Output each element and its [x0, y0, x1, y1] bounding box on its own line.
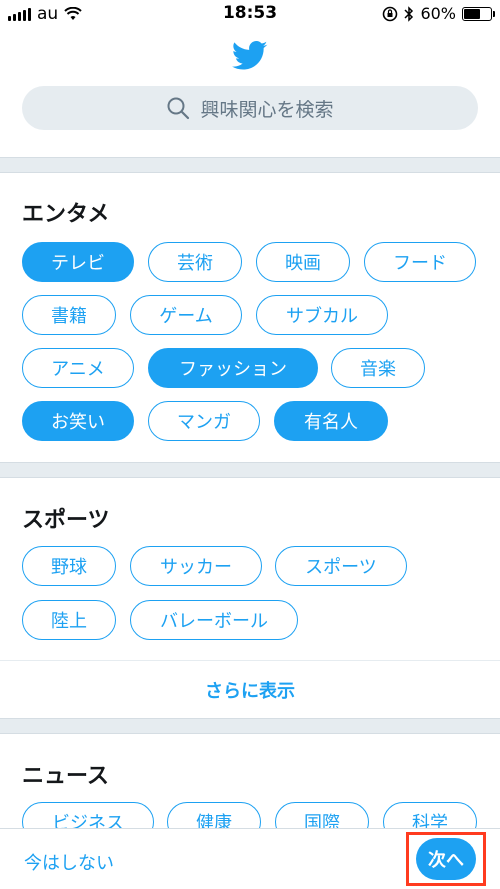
battery-percent: 60% — [420, 4, 456, 23]
section-divider — [0, 718, 500, 734]
chip-soccer[interactable]: サッカー — [130, 546, 262, 586]
twitter-bird-icon — [232, 41, 268, 70]
chip-baseball[interactable]: 野球 — [22, 546, 116, 586]
chip-music[interactable]: 音楽 — [331, 348, 425, 388]
show-more-link[interactable]: さらに表示 — [0, 660, 500, 718]
battery-icon — [462, 6, 495, 21]
search-input[interactable]: 興味関心を検索 — [22, 86, 478, 130]
chip-movie[interactable]: 映画 — [256, 242, 350, 282]
orientation-lock-icon — [383, 6, 398, 21]
skip-button[interactable]: 今はしない — [24, 849, 114, 875]
battery-level — [464, 8, 480, 19]
chip-art[interactable]: 芸術 — [148, 242, 242, 282]
section-title-news: ニュース — [22, 764, 109, 789]
chip-volleyball[interactable]: バレーボール — [130, 600, 298, 640]
status-bar: au 18:53 60% — [0, 0, 500, 30]
chip-books[interactable]: 書籍 — [22, 295, 116, 335]
chip-tv[interactable]: テレビ — [22, 242, 134, 282]
chip-celebrities[interactable]: 有名人 — [274, 401, 388, 441]
search-placeholder: 興味関心を検索 — [200, 98, 334, 121]
chip-subculture[interactable]: サブカル — [256, 295, 388, 335]
chip-food[interactable]: フード — [364, 242, 476, 282]
chip-fashion[interactable]: ファッション — [148, 348, 318, 388]
section-title-entertainment: エンタメ — [22, 202, 110, 227]
status-right: 60% — [382, 4, 495, 23]
section-divider — [0, 157, 500, 173]
next-button[interactable]: 次へ — [416, 838, 476, 880]
chip-track-and-field[interactable]: 陸上 — [22, 600, 116, 640]
section-title-sports: スポーツ — [22, 508, 110, 533]
chip-sports[interactable]: スポーツ — [275, 546, 407, 586]
search-icon — [167, 97, 190, 120]
chip-comedy[interactable]: お笑い — [22, 401, 134, 441]
chip-manga[interactable]: マンガ — [148, 401, 260, 441]
chip-games[interactable]: ゲーム — [130, 295, 242, 335]
chip-anime[interactable]: アニメ — [22, 348, 134, 388]
section-divider — [0, 462, 500, 478]
bluetooth-icon — [404, 5, 414, 22]
